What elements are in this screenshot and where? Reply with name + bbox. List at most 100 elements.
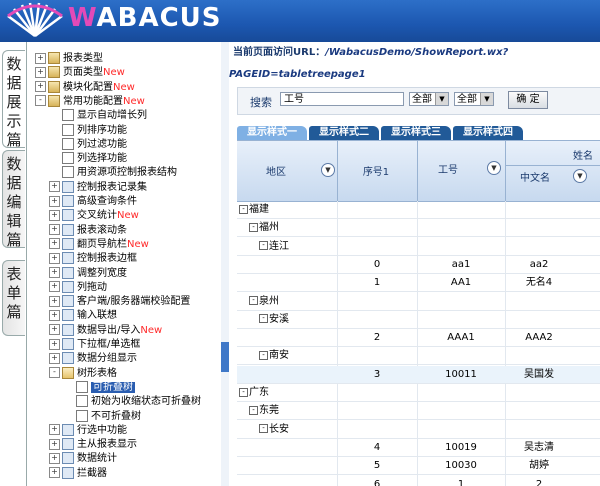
tree-item[interactable]: + 数据导出/导入New [49,323,162,338]
table-row[interactable]: 1 AA1 无名4 [237,274,600,293]
expand-icon[interactable]: + [49,352,60,364]
side-tab-data-edit[interactable]: 数据编辑篇 [2,150,25,249]
expand-icon[interactable]: + [49,252,60,264]
tree-item[interactable]: + 报表类型 [35,52,103,66]
expand-icon[interactable]: + [49,281,60,293]
tree-item[interactable]: 不可折叠树 [63,409,141,424]
expand-icon[interactable]: + [35,81,46,93]
collapse-icon[interactable]: - [249,222,258,232]
tree-item[interactable]: + 数据统计 [49,452,117,466]
expand-icon[interactable]: + [49,324,60,336]
panel-splitter[interactable] [221,42,229,486]
search-input[interactable]: 工号 [280,92,404,106]
expand-icon[interactable]: + [49,295,60,307]
tree-item[interactable]: + 列拖动 [49,280,107,295]
tree-item[interactable]: - 树形表格 [49,366,117,381]
filter-icon[interactable]: ▼ [573,169,587,183]
tree-item[interactable]: + 主从报表显示 [49,438,137,452]
expand-icon[interactable]: + [49,309,60,321]
expand-icon[interactable]: + [49,438,60,450]
tree-item[interactable]: + 控制报表记录集 [49,180,147,195]
tree-node[interactable]: - 长安 [259,421,289,438]
tree-node[interactable]: - 福州 [249,219,279,236]
col-header-seq[interactable]: 序号1 [337,163,415,178]
tree-item[interactable]: 列选择功能 [49,152,127,166]
expand-icon[interactable]: + [49,467,60,479]
table-row[interactable]: - 东莞 [237,402,600,421]
tree-item[interactable]: + 行选中功能 [49,423,127,438]
table-row[interactable]: - 泉州 [237,293,600,311]
tree-item[interactable]: 列排序功能 [49,123,127,138]
tree-node[interactable]: - 福建 [239,201,269,218]
collapse-icon[interactable]: - [35,95,46,107]
tree-item[interactable]: + 输入联想 [49,309,117,323]
filter-icon[interactable]: ▼ [321,163,335,177]
expand-icon[interactable]: + [49,267,60,278]
tree-item[interactable]: + 报表滚动条 [49,223,127,238]
expand-icon[interactable]: + [49,452,60,464]
expand-icon[interactable]: + [35,52,46,64]
filter-icon[interactable]: ▼ [487,161,501,175]
collapse-icon[interactable]: - [259,424,268,434]
table-row[interactable]: - 广东 [237,384,600,402]
tree-item[interactable]: - 常用功能配置New [35,94,145,109]
expand-icon[interactable]: + [49,238,60,250]
collapse-icon[interactable]: - [259,241,268,251]
tree-item[interactable]: 显示自动增长列 [49,109,147,123]
tree-item[interactable]: + 页面类型New [35,66,125,80]
col-header-region[interactable]: 地区 [237,163,315,178]
tree-item[interactable]: + 模块化配置New [35,80,135,95]
tree-item[interactable]: 列过滤功能 [49,137,127,152]
tree-node[interactable]: - 泉州 [249,293,279,310]
table-row[interactable]: 2 AAA1 AAA2 [237,329,600,348]
tree-item[interactable]: + 调整列宽度 [49,266,127,281]
table-row[interactable]: 3 10011 吴国发 [237,365,600,384]
tab-style-1[interactable]: 显示样式一 [237,126,307,140]
tree-item[interactable]: + 客户端/服务器端校验配置 [49,295,190,309]
tree-node[interactable]: - 南安 [259,347,289,364]
expand-icon[interactable]: + [49,195,60,207]
col-header-cname[interactable]: 中文名 [505,169,565,184]
tree-item[interactable]: + 高级查询条件 [49,195,137,209]
table-row[interactable]: 0 aa1 aa2 [237,256,600,274]
tab-style-3[interactable]: 显示样式三 [381,126,451,140]
collapse-icon[interactable]: - [259,314,268,324]
col-header-empno[interactable]: 工号 [417,161,479,176]
collapse-icon[interactable]: - [259,350,268,360]
expand-icon[interactable]: + [49,224,60,236]
table-row[interactable]: - 连江 [237,238,600,256]
tree-item[interactable]: + 数据分组显示 [49,352,137,366]
tree-item[interactable]: 可折叠树 [63,380,135,395]
expand-icon[interactable]: + [49,338,60,350]
table-row[interactable]: - 安溪 [237,311,600,329]
side-tab-data-display[interactable]: 数据展示篇 [2,50,25,149]
tree-item[interactable]: + 下拉框/单选框 [49,338,140,352]
collapse-handle[interactable] [221,342,229,372]
tree-item[interactable]: + 拦截器 [49,466,107,481]
expand-icon[interactable]: + [49,209,60,221]
tree-node[interactable]: - 东莞 [249,402,279,419]
table-row[interactable]: - 福州 [237,219,600,238]
filter-select-1[interactable]: 全部 ▼ [409,92,449,106]
tab-style-4[interactable]: 显示样式四 [453,126,523,140]
tree-item[interactable]: 用资源项控制报表结构 [49,166,177,180]
tab-style-2[interactable]: 显示样式二 [309,126,379,140]
tree-item[interactable]: + 交叉统计New [49,209,139,223]
collapse-icon[interactable]: - [239,387,248,397]
table-row[interactable]: 6 1 2 [237,476,600,486]
tree-item[interactable]: + 控制报表边框 [49,252,137,266]
tree-item[interactable]: 初始为收缩状态可折叠树 [63,395,201,409]
confirm-button[interactable]: 确 定 [508,91,548,109]
tree-node[interactable]: - 广东 [239,384,269,401]
tree-item[interactable]: + 翻页导航栏New [49,237,149,252]
filter-select-2[interactable]: 全部 ▼ [454,92,494,106]
side-tab-form[interactable]: 表单篇 [2,260,25,336]
table-row[interactable]: - 福建 [237,201,600,219]
collapse-icon[interactable]: - [249,296,258,305]
table-row[interactable]: - 长安 [237,421,600,439]
table-row[interactable]: 4 10019 吴志清 [237,439,600,457]
collapse-icon[interactable]: - [239,204,248,214]
tree-node[interactable]: - 连江 [259,238,289,255]
table-row[interactable]: 5 10030 胡婷 [237,457,600,476]
collapse-icon[interactable]: - [249,405,258,415]
